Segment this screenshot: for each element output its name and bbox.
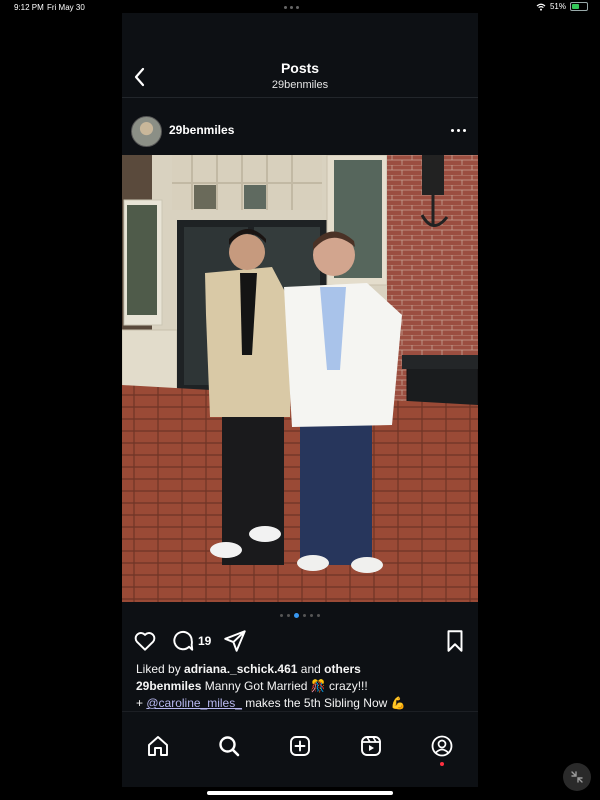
tab-create[interactable] — [288, 734, 312, 758]
bottom-tab-bar — [122, 711, 478, 787]
comment-count[interactable]: 19 — [198, 634, 211, 648]
create-icon — [290, 736, 310, 756]
comment-button[interactable] — [170, 628, 196, 654]
save-button[interactable] — [442, 628, 468, 654]
caption-username[interactable]: 29benmiles — [136, 679, 201, 693]
post-header: 29benmiles — [122, 111, 478, 151]
home-icon — [148, 736, 168, 756]
caption-text: Manny Got Married 🎊 crazy!!! — [201, 679, 368, 693]
carousel-dot — [317, 614, 320, 617]
liked-by-user[interactable]: adriana._schick.461 — [184, 662, 297, 676]
status-bar: 9:12 PM Fri May 30 51% — [0, 0, 600, 14]
avatar[interactable] — [131, 116, 162, 147]
carousel-dot — [310, 614, 313, 617]
likes-line: Liked by adriana._schick.461 and others — [136, 662, 361, 676]
search-icon — [219, 736, 240, 757]
status-date: Fri May 30 — [47, 3, 85, 12]
wifi-icon — [536, 3, 546, 11]
collapse-arrows-icon — [571, 771, 583, 783]
tab-reels[interactable] — [359, 734, 383, 758]
share-button[interactable] — [222, 628, 248, 654]
home-indicator[interactable] — [207, 791, 393, 795]
post-photo[interactable] — [122, 155, 478, 602]
liked-by-others[interactable]: others — [324, 662, 361, 676]
notification-dot — [440, 762, 444, 766]
multitasking-dots[interactable] — [284, 6, 299, 9]
carousel-dot — [280, 614, 283, 617]
carousel-dot — [303, 614, 306, 617]
caption-line-2: + @caroline_miles_ makes the 5th Sibling… — [136, 696, 406, 710]
send-icon — [224, 630, 246, 652]
reels-icon — [361, 736, 381, 756]
app-window: Posts 29benmiles 29benmiles 19 Liked by … — [122, 13, 478, 787]
post-caption: Liked by adriana._schick.461 and others … — [136, 661, 466, 712]
comment-icon — [173, 630, 194, 651]
caption-line: 29benmiles Manny Got Married 🎊 crazy!!! — [136, 678, 466, 695]
tab-home[interactable] — [146, 734, 170, 758]
like-button[interactable] — [132, 628, 158, 654]
more-options-button[interactable] — [448, 122, 468, 138]
battery-icon — [570, 2, 588, 11]
post-actions: 19 — [122, 628, 478, 654]
heart-icon — [134, 632, 156, 651]
tab-profile[interactable] — [430, 734, 454, 758]
carousel-dot-active — [294, 613, 299, 618]
page-title: Posts — [280, 60, 320, 76]
bookmark-icon — [447, 630, 463, 652]
battery-percent: 51% — [549, 2, 566, 11]
status-indicators: 51% — [536, 2, 588, 11]
wedding-photo — [122, 155, 478, 602]
page-subtitle: 29benmiles — [271, 79, 329, 91]
top-navigation: Posts 29benmiles — [122, 13, 478, 98]
post-username[interactable]: 29benmiles — [169, 123, 234, 137]
profile-icon — [431, 735, 453, 757]
mention-link[interactable]: @caroline_miles_ — [146, 696, 242, 710]
tab-search[interactable] — [217, 734, 241, 758]
minimize-button[interactable] — [563, 763, 591, 791]
status-time: 9:12 PM — [14, 3, 44, 12]
carousel-indicator — [122, 613, 478, 618]
carousel-dot — [287, 614, 290, 617]
